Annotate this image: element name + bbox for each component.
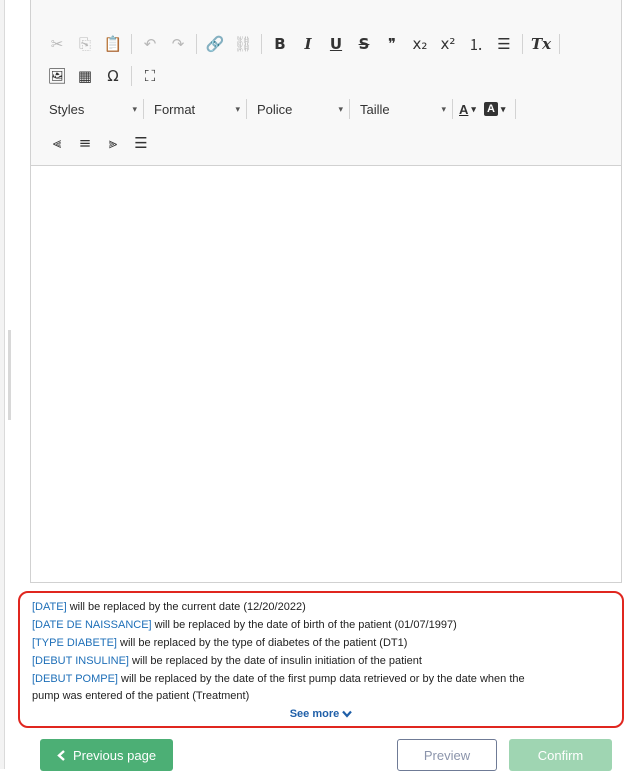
help-text: will be replaced by the current date (12… (66, 601, 306, 613)
toolbar-separator (131, 34, 132, 54)
toolbar-separator (452, 99, 453, 119)
help-text: will be replaced by the date of insulin … (129, 655, 422, 667)
help-line: [TYPE DIABETE] will be replaced by the t… (32, 637, 616, 650)
see-more-link[interactable]: See more (20, 708, 622, 720)
bullet-list-icon[interactable]: ☰ (492, 33, 516, 55)
format-dropdown-label: Format (154, 101, 196, 117)
help-text: will be replaced by the date of birth of… (151, 619, 457, 631)
rich-text-editor: ✂ ⎘ 📋 ↶ ↷ 🔗 ⛓ B I U S ❞ x₂ x² ⒈ ☰ Tx 🖼 ▦ Ω ⛶ Styles ▾ Forma… (30, 0, 622, 583)
help-text: pump was entered of the patient (Treatme… (32, 690, 250, 702)
see-more-label: See more (289, 708, 340, 720)
toolbar-row-1: ✂ ⎘ 📋 ↶ ↷ 🔗 ⛓ B I U S ❞ x₂ x² ⒈ ☰ Tx (45, 32, 566, 56)
chevron-down-icon: ▾ (235, 103, 240, 114)
placeholder-help-box: [DATE] will be replaced by the current d… (18, 591, 624, 728)
editor-toolbar: ✂ ⎘ 📋 ↶ ↷ 🔗 ⛓ B I U S ❞ x₂ x² ⒈ ☰ Tx 🖼 ▦ Ω ⛶ Styles ▾ Forma… (31, 0, 621, 166)
toolbar-separator (196, 34, 197, 54)
help-line: [DEBUT INSULINE] will be replaced by the… (32, 655, 616, 668)
copy-icon[interactable]: ⎘ (73, 33, 97, 55)
format-dropdown[interactable]: Format ▾ (150, 98, 244, 120)
resize-handle[interactable] (8, 330, 11, 420)
blockquote-icon[interactable]: ❞ (380, 33, 404, 55)
chevron-down-icon: ▾ (338, 103, 343, 114)
font-dropdown[interactable]: Police ▾ (253, 98, 347, 120)
placeholder-token: [DEBUT POMPE] (32, 673, 118, 685)
link-icon[interactable]: 🔗 (203, 33, 227, 55)
superscript-icon[interactable]: x² (436, 33, 460, 55)
table-icon[interactable]: ▦ (73, 65, 97, 87)
toolbar-row-3: Styles ▾ Format ▾ Police ▾ Taille ▾ A ▾ (45, 97, 522, 121)
previous-page-label: Previous page (72, 747, 157, 763)
toolbar-separator (349, 99, 350, 119)
chevron-left-icon (57, 749, 65, 761)
placeholder-token: [DATE DE NAISSANCE] (32, 619, 152, 631)
preview-label: Preview (423, 747, 471, 763)
image-icon[interactable]: 🖼 (45, 65, 69, 87)
text-color-icon: A (459, 101, 469, 117)
left-border (0, 0, 5, 769)
align-justify-icon[interactable]: ☰ (129, 132, 153, 154)
styles-dropdown[interactable]: Styles ▾ (45, 98, 141, 120)
confirm-button[interactable]: Confirm (509, 739, 612, 771)
bold-button[interactable]: B (268, 33, 292, 55)
chevron-down-icon: ▾ (132, 103, 137, 114)
toolbar-separator (131, 66, 132, 86)
toolbar-separator (143, 99, 144, 119)
help-line: [DATE] will be replaced by the current d… (32, 601, 616, 614)
previous-page-button[interactable]: Previous page (40, 739, 173, 771)
chevron-down-icon: ▾ (471, 103, 476, 114)
remove-format-icon[interactable]: Tx (529, 33, 553, 55)
special-char-icon[interactable]: Ω (101, 65, 125, 87)
help-text: will be replaced by the type of diabetes… (116, 637, 408, 649)
placeholder-token: [DATE] (32, 601, 67, 613)
align-right-icon[interactable]: ⫸ (101, 132, 125, 154)
size-dropdown[interactable]: Taille ▾ (356, 98, 450, 120)
toolbar-separator (246, 99, 247, 119)
placeholder-token: [TYPE DIABETE] (32, 637, 117, 649)
help-line: [DEBUT POMPE] will be replaced by the da… (32, 673, 616, 686)
cut-icon[interactable]: ✂ (45, 33, 69, 55)
unlink-icon[interactable]: ⛓ (231, 33, 255, 55)
size-dropdown-label: Taille (360, 101, 390, 117)
strike-button[interactable]: S (352, 33, 376, 55)
placeholder-token: [DEBUT INSULINE] (32, 655, 129, 667)
toolbar-separator (522, 34, 523, 54)
toolbar-separator (515, 99, 517, 119)
toolbar-separator (559, 34, 560, 54)
chevron-down-icon (342, 710, 353, 718)
italic-button[interactable]: I (296, 33, 320, 55)
font-dropdown-label: Police (257, 101, 293, 117)
chevron-down-icon: ▾ (500, 103, 506, 114)
preview-button[interactable]: Preview (397, 739, 497, 771)
help-text: will be replaced by the date of the firs… (117, 673, 525, 685)
background-color-icon: A (483, 102, 498, 116)
text-color-button[interactable]: A ▾ (459, 102, 476, 117)
confirm-label: Confirm (537, 747, 584, 763)
paste-icon[interactable]: 📋 (101, 33, 125, 55)
toolbar-separator (261, 34, 262, 54)
editor-content-area[interactable] (31, 166, 621, 582)
toolbar-row-2: 🖼 ▦ Ω ⛶ (45, 64, 166, 88)
styles-dropdown-label: Styles (49, 101, 85, 117)
align-center-icon[interactable]: ≡ (73, 132, 97, 154)
toolbar-row-4: ⫷ ≡ ⫸ ☰ (45, 131, 157, 155)
subscript-icon[interactable]: x₂ (408, 33, 432, 55)
align-left-icon[interactable]: ⫷ (45, 132, 69, 154)
maximize-icon[interactable]: ⛶ (138, 65, 162, 87)
help-line: pump was entered of the patient (Treatme… (32, 690, 616, 703)
redo-icon[interactable]: ↷ (166, 33, 190, 55)
undo-icon[interactable]: ↶ (138, 33, 162, 55)
chevron-down-icon: ▾ (441, 103, 446, 114)
background-color-button[interactable]: A ▾ (483, 102, 506, 116)
underline-button[interactable]: U (324, 33, 348, 55)
numbered-list-icon[interactable]: ⒈ (464, 33, 488, 55)
help-line: [DATE DE NAISSANCE] will be replaced by … (32, 619, 616, 632)
